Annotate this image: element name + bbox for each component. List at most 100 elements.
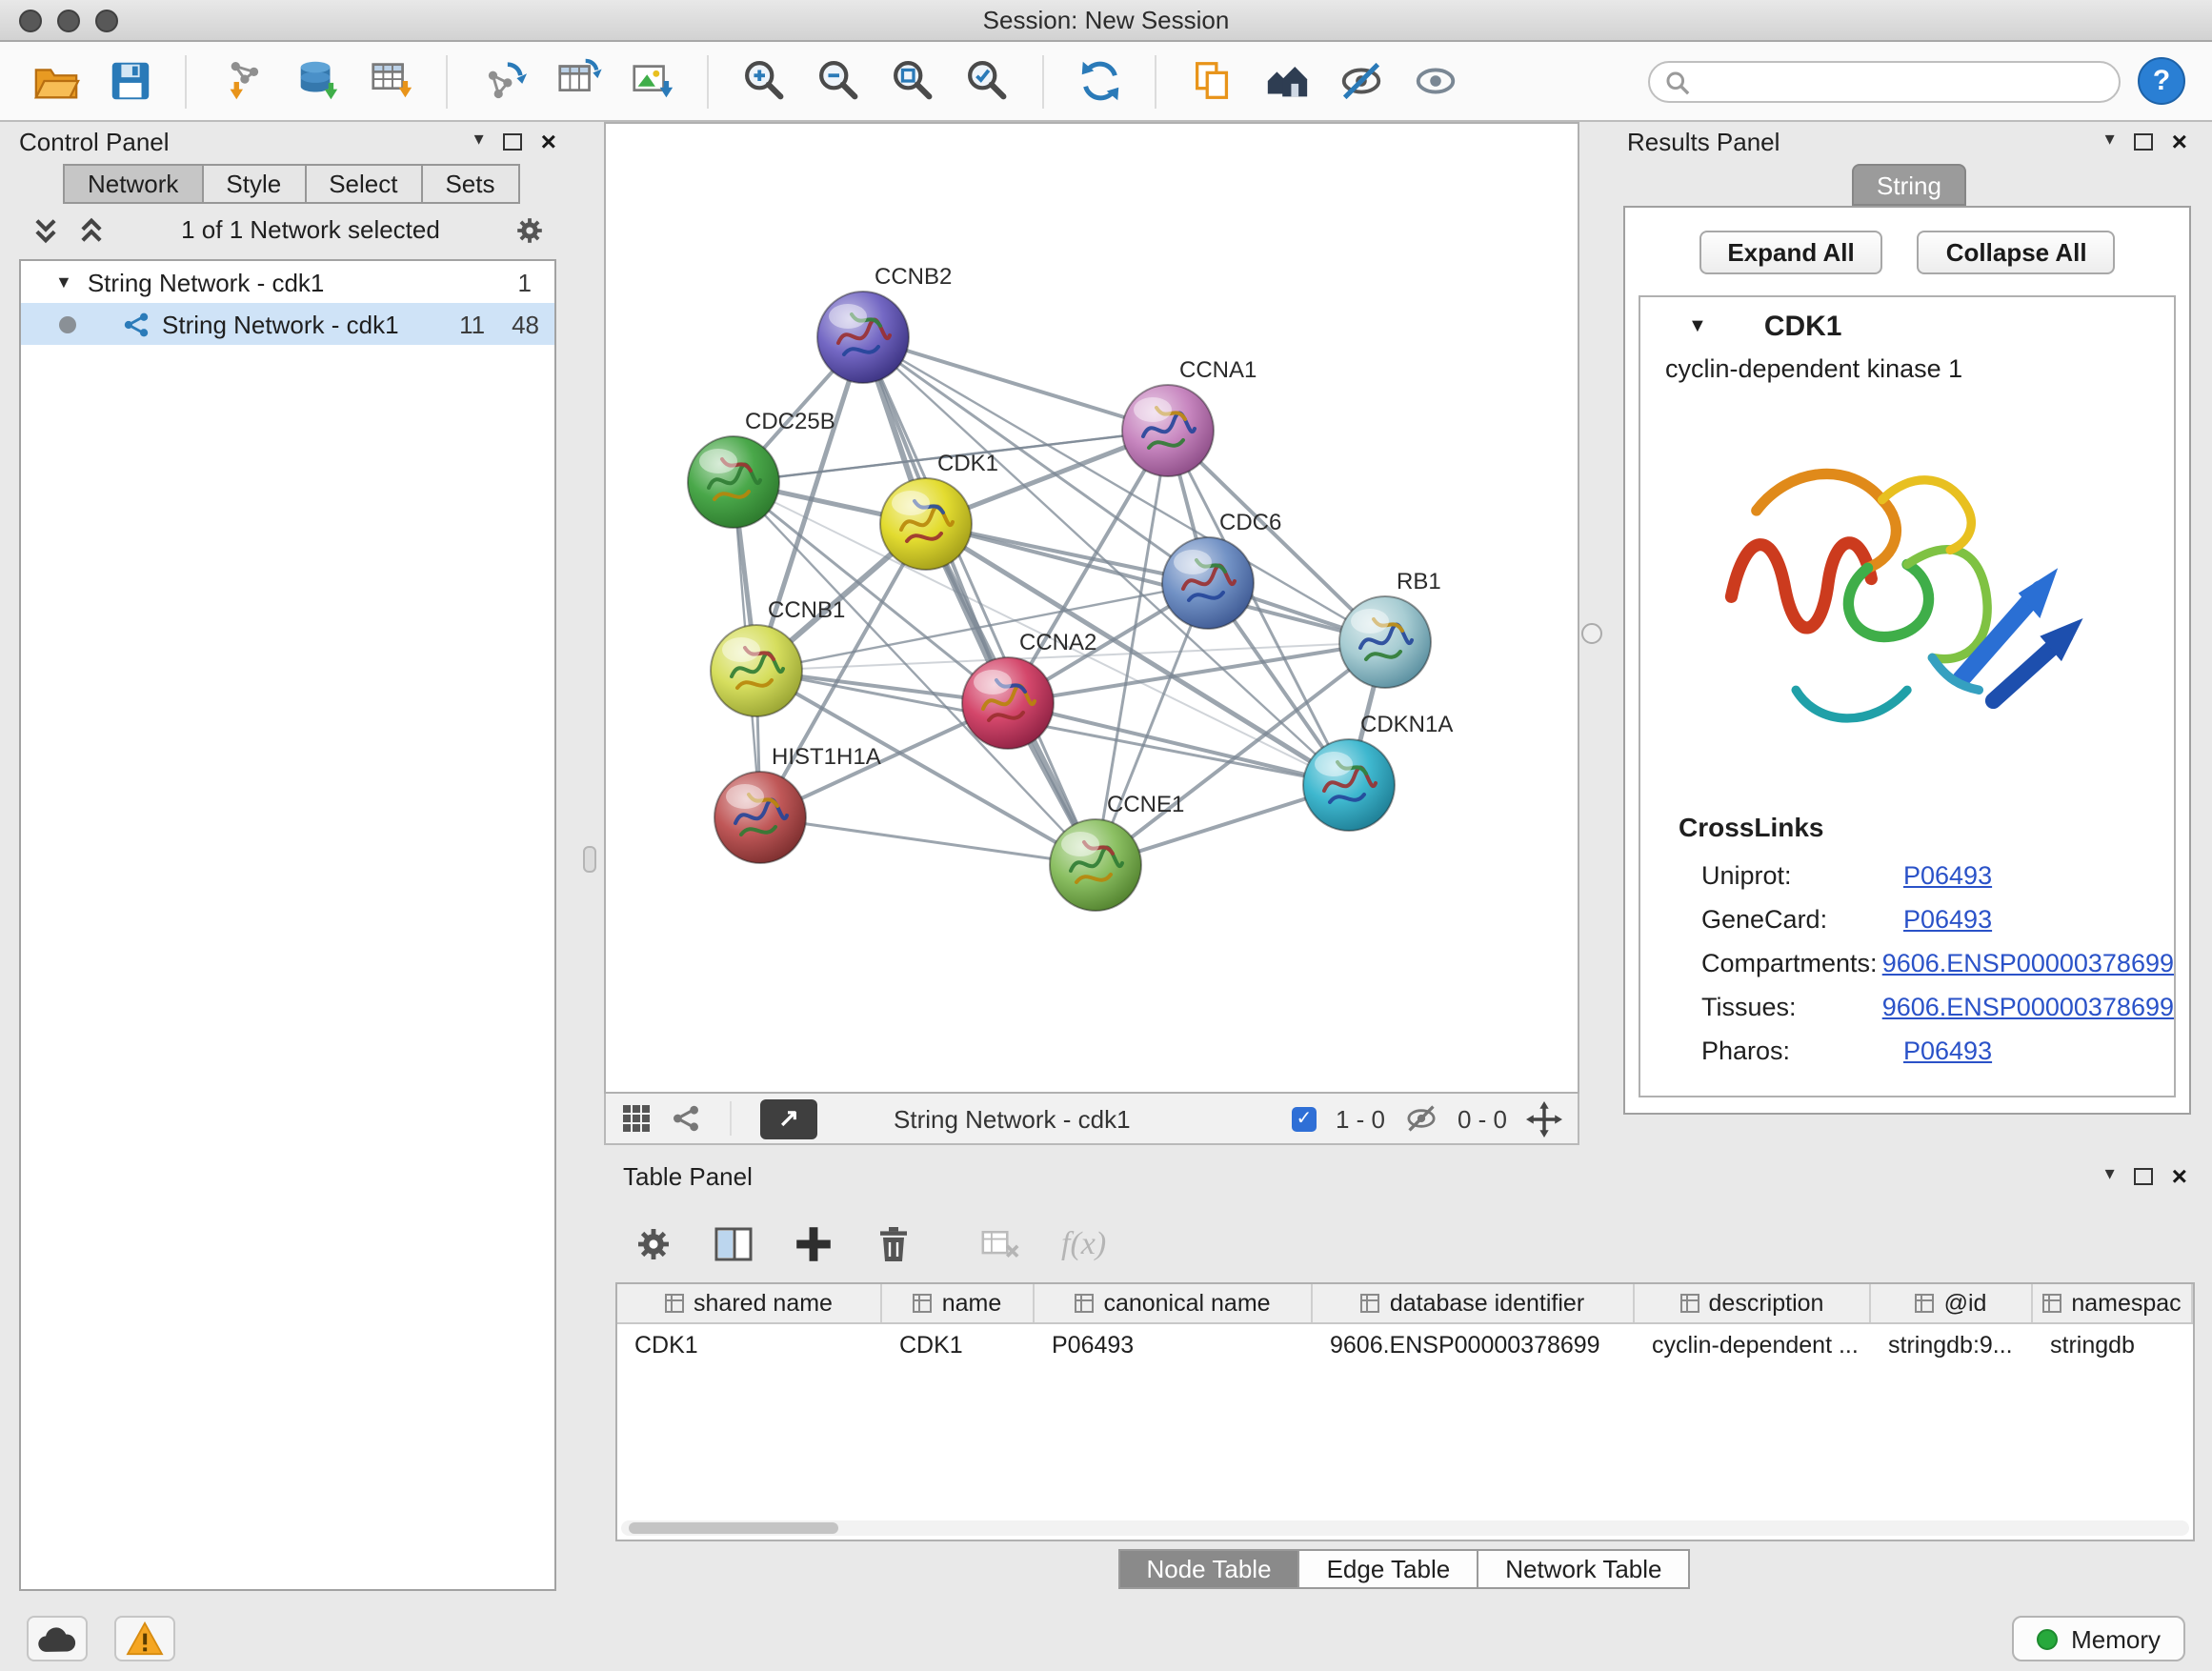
network-node-HIST1H1A[interactable]: HIST1H1A <box>714 744 881 863</box>
share-view-icon[interactable] <box>671 1103 701 1134</box>
trash-icon[interactable] <box>875 1225 913 1263</box>
import-table-button[interactable] <box>362 52 419 110</box>
columns-icon[interactable] <box>714 1225 753 1263</box>
export-image-button[interactable] <box>623 52 680 110</box>
column-header-shared-name[interactable]: shared name <box>617 1284 882 1322</box>
crosslink-link[interactable]: P06493 <box>1903 1037 1992 1065</box>
birdseye-navigator-button[interactable] <box>1257 52 1315 110</box>
gear-icon[interactable] <box>514 214 545 245</box>
tab-style[interactable]: Style <box>201 164 306 204</box>
column-header-description[interactable]: description <box>1635 1284 1871 1322</box>
gene-section-header[interactable]: ▼ CDK1 <box>1640 297 2174 354</box>
scrollbar-thumb[interactable] <box>629 1522 838 1534</box>
warnings-button[interactable] <box>114 1616 175 1661</box>
gear-icon[interactable] <box>634 1225 673 1263</box>
save-session-button[interactable] <box>101 52 158 110</box>
tab-network[interactable]: Network <box>63 164 203 204</box>
hide-selected-button[interactable] <box>1332 52 1389 110</box>
tab-string[interactable]: String <box>1852 164 1966 206</box>
tab-select[interactable]: Select <box>304 164 422 204</box>
network-canvas[interactable]: CCNB2CCNA1CDC25BCDK1CDC6RB1CCNB1CCNA2CDK… <box>604 122 1579 1094</box>
open-session-button[interactable] <box>27 52 84 110</box>
tab-node-table[interactable]: Node Table <box>1117 1549 1299 1589</box>
crosslink-link[interactable]: P06493 <box>1903 905 1992 934</box>
cell-database-identifier[interactable]: 9606.ENSP00000378699 <box>1313 1324 1635 1364</box>
column-header-name[interactable]: name <box>882 1284 1035 1322</box>
zoom-out-button[interactable] <box>810 52 867 110</box>
help-button[interactable]: ? <box>2138 57 2185 105</box>
panel-splitter-handle[interactable] <box>1581 623 1602 644</box>
panel-menu-icon[interactable]: ▾ <box>474 131 484 151</box>
search-input[interactable] <box>1699 68 2090 94</box>
network-collection-row[interactable]: ▼ String Network - cdk1 1 <box>21 261 554 303</box>
panel-menu-icon[interactable]: ▾ <box>2105 1166 2115 1185</box>
network-node-CDK1[interactable]: CDK1 <box>880 451 998 570</box>
panel-float-icon[interactable] <box>2134 132 2153 150</box>
memory-status-icon <box>2037 1628 2058 1649</box>
expand-all-icon[interactable] <box>76 214 107 245</box>
panel-menu-icon[interactable]: ▾ <box>2105 131 2115 151</box>
tab-network-table[interactable]: Network Table <box>1477 1549 1690 1589</box>
network-edge[interactable] <box>1008 703 1349 785</box>
panel-splitter-grip[interactable] <box>583 846 596 873</box>
zoom-fit-button[interactable] <box>884 52 941 110</box>
network-edge[interactable] <box>760 817 1096 865</box>
network-node-RB1[interactable]: RB1 <box>1339 569 1441 688</box>
import-network-file-button[interactable] <box>213 52 271 110</box>
zoom-in-button[interactable] <box>735 52 793 110</box>
expand-all-button[interactable]: Expand All <box>1699 231 1882 274</box>
window-close-button[interactable] <box>19 10 42 32</box>
tab-sets[interactable]: Sets <box>420 164 519 204</box>
network-node-CCNA1[interactable]: CCNA1 <box>1122 357 1257 476</box>
collapse-all-button[interactable]: Collapse All <box>1918 231 2116 274</box>
column-header-namespace[interactable]: namespac <box>2033 1284 2193 1322</box>
panel-close-icon[interactable]: × <box>2172 1162 2187 1189</box>
panel-close-icon[interactable]: × <box>541 128 556 154</box>
column-header-id[interactable]: @id <box>1871 1284 2033 1322</box>
pan-move-icon[interactable] <box>1526 1100 1562 1137</box>
expander-icon[interactable]: ▼ <box>55 272 72 292</box>
zoom-selected-button[interactable] <box>958 52 1016 110</box>
memory-button[interactable]: Memory <box>2012 1616 2185 1661</box>
network-row-selected[interactable]: String Network - cdk1 11 48 <box>21 303 554 345</box>
new-network-button[interactable] <box>474 52 532 110</box>
cell-shared-name[interactable]: CDK1 <box>617 1324 882 1364</box>
new-table-button[interactable] <box>549 52 606 110</box>
cloud-status-button[interactable] <box>27 1616 88 1661</box>
network-node-CDC25B[interactable]: CDC25B <box>688 409 835 528</box>
panel-close-icon[interactable]: × <box>2172 128 2187 154</box>
collapse-all-icon[interactable] <box>30 214 61 245</box>
panel-float-icon[interactable] <box>503 132 522 150</box>
duplicate-document-button[interactable] <box>1183 52 1240 110</box>
cell-namespace[interactable]: stringdb <box>2033 1324 2193 1364</box>
window-zoom-button[interactable] <box>95 10 118 32</box>
network-node-CCNB2[interactable]: CCNB2 <box>817 264 952 383</box>
network-edge[interactable] <box>863 337 1096 865</box>
window-minimize-button[interactable] <box>57 10 80 32</box>
crosslink-link[interactable]: 9606.ENSP00000378699 <box>1882 993 2174 1021</box>
cell-name[interactable]: CDK1 <box>882 1324 1035 1364</box>
network-node-CDKN1A[interactable]: CDKN1A <box>1303 712 1453 831</box>
apply-layout-button[interactable] <box>1071 52 1128 110</box>
collapse-section-icon[interactable]: ▼ <box>1688 315 1707 336</box>
import-network-database-button[interactable] <box>288 52 345 110</box>
column-header-database-identifier[interactable]: database identifier <box>1313 1284 1635 1322</box>
add-icon[interactable] <box>794 1225 833 1263</box>
column-header-canonical-name[interactable]: canonical name <box>1035 1284 1313 1322</box>
cell-description[interactable]: cyclin-dependent ... <box>1635 1324 1871 1364</box>
zoom-fit-icon <box>889 57 936 105</box>
network-edge[interactable] <box>863 337 1168 431</box>
table-panel-title: Table Panel <box>623 1161 753 1190</box>
tab-edge-table[interactable]: Edge Table <box>1298 1549 1479 1589</box>
cell-canonical-name[interactable]: P06493 <box>1035 1324 1313 1364</box>
show-all-button[interactable] <box>1406 52 1463 110</box>
panel-float-icon[interactable] <box>2134 1167 2153 1184</box>
birdseye-toggle-button[interactable]: ↗ <box>760 1098 817 1138</box>
crosslink-link[interactable]: 9606.ENSP00000378699 <box>1882 949 2174 977</box>
zoom-selected-icon <box>963 57 1011 105</box>
grid-view-icon[interactable] <box>621 1103 652 1134</box>
crosslink-link[interactable]: P06493 <box>1903 861 1992 890</box>
window-controls <box>19 10 118 32</box>
selected-checkbox[interactable]: ✓ <box>1292 1106 1317 1131</box>
cell-id[interactable]: stringdb:9... <box>1871 1324 2033 1364</box>
